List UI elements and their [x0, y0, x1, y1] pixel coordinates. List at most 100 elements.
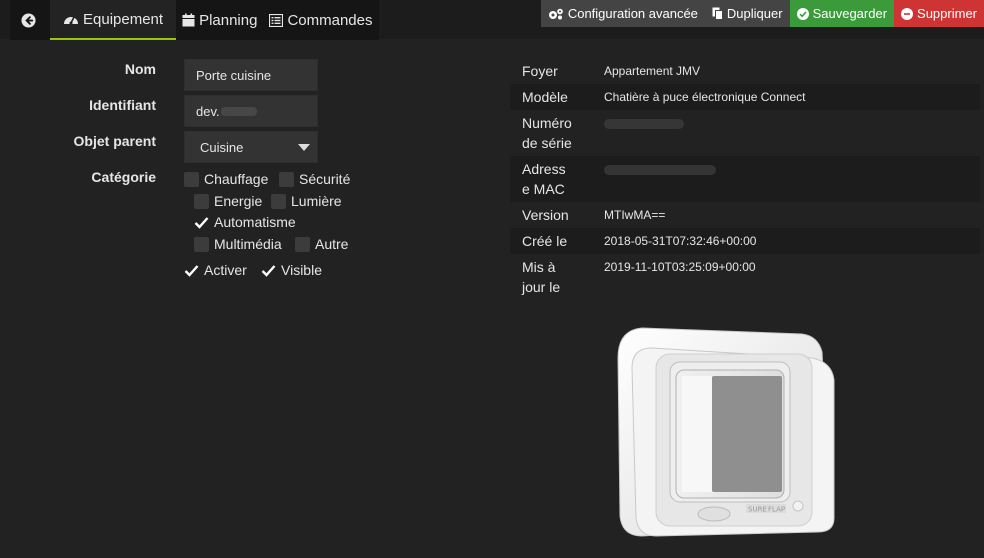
redacted-text: [220, 106, 257, 116]
category-securite[interactable]: Sécurité: [279, 171, 350, 187]
info-key: Numéro de série: [510, 113, 592, 153]
tab-planning[interactable]: Planning: [176, 0, 263, 40]
tab-commandes-label: Commandes: [287, 11, 373, 29]
identifiant-input[interactable]: dev.: [184, 95, 318, 127]
categorie-label: Catégorie: [91, 169, 156, 185]
info-key-line: Numéro: [522, 115, 572, 131]
checkbox-checked[interactable]: [184, 263, 199, 278]
info-value: MTIwMA==: [604, 208, 666, 222]
info-value: Chatière à puce électronique Connect: [604, 90, 806, 104]
category-label: Sécurité: [299, 171, 351, 187]
info-key: Version: [522, 207, 569, 223]
nom-input[interactable]: Porte cuisine: [184, 59, 318, 91]
info-key: Modèle: [522, 89, 568, 105]
visible-checkbox[interactable]: Visible: [261, 262, 322, 278]
info-row-cree: Créé le 2018-05-31T07:32:46+00:00: [510, 228, 980, 254]
info-row-foyer: Foyer Appartement JMV: [510, 58, 980, 84]
info-row-modele: Modèle Chatière à puce électronique Conn…: [510, 84, 980, 110]
duplicate-label: Dupliquer: [726, 6, 783, 21]
cogs-icon: [548, 8, 563, 19]
advanced-config-label: Configuration avancée: [567, 6, 698, 21]
info-key-line: Adress: [522, 161, 566, 177]
pet-door-image: SURE FLAP: [617, 327, 835, 537]
copy-icon: [712, 7, 723, 20]
checkbox[interactable]: [184, 171, 199, 187]
identifiant-value: dev.: [196, 103, 220, 119]
info-value: Appartement JMV: [604, 64, 701, 78]
category-label: Autre: [315, 236, 349, 252]
back-button[interactable]: [10, 0, 50, 40]
check-icon: [194, 216, 209, 229]
redacted-value: [604, 119, 684, 129]
checkbox-checked[interactable]: [194, 215, 209, 230]
activer-checkbox[interactable]: Activer: [184, 262, 247, 278]
info-row-version: Version MTIwMA==: [510, 202, 980, 228]
check-icon: [261, 264, 276, 277]
objet-parent-value: Cuisine: [200, 139, 244, 155]
category-multimedia[interactable]: Multimédia: [194, 236, 282, 252]
visible-label: Visible: [281, 262, 322, 278]
brand-logo-text: FLAP: [768, 506, 785, 514]
info-key-line: e MAC: [522, 181, 565, 197]
info-key: Créé le: [522, 233, 568, 249]
info-key-line: jour le: [522, 279, 561, 295]
category-automatisme[interactable]: Automatisme: [194, 214, 296, 230]
category-label: Automatisme: [214, 214, 296, 230]
objet-parent-label: Objet parent: [73, 133, 156, 149]
save-label: Sauvegarder: [812, 6, 888, 21]
category-label: Multimédia: [214, 236, 282, 252]
info-row-mac: Adress e MAC: [510, 156, 980, 202]
minus-circle-icon: [901, 7, 914, 20]
category-label: Chauffage: [204, 171, 269, 187]
checkbox[interactable]: [194, 236, 209, 252]
delete-button[interactable]: Supprimer: [894, 0, 984, 27]
checkbox-checked[interactable]: [261, 263, 276, 278]
objet-parent-select[interactable]: Cuisine: [184, 131, 318, 163]
info-key: Foyer: [522, 63, 558, 79]
device-info-table: Foyer Appartement JMV Modèle Chatière à …: [510, 58, 980, 300]
info-value: 2019-11-10T03:25:09+00:00: [604, 260, 756, 274]
info-key-line: de série: [522, 135, 572, 151]
delete-label: Supprimer: [917, 6, 977, 21]
checkbox[interactable]: [279, 171, 294, 187]
info-row-serie: Numéro de série: [510, 110, 980, 156]
tab-planning-label: Planning: [199, 11, 258, 29]
checkbox[interactable]: [194, 193, 209, 209]
nom-value: Porte cuisine: [196, 67, 272, 83]
caret-down-icon: [298, 144, 310, 151]
save-button[interactable]: Sauvegarder: [789, 0, 895, 27]
redacted-value: [604, 165, 716, 175]
tab-commandes[interactable]: Commandes: [263, 0, 378, 40]
brand-logo-text: SURE: [748, 506, 767, 514]
checkbox[interactable]: [271, 193, 286, 209]
info-key: Mis à jour le: [510, 257, 592, 297]
category-label: Energie: [214, 193, 263, 209]
category-energie[interactable]: Energie: [194, 193, 262, 209]
info-row-maj: Mis à jour le 2019-11-10T03:25:09+00:00: [510, 254, 980, 300]
category-chauffage[interactable]: Chauffage: [184, 171, 268, 187]
duplicate-button[interactable]: Dupliquer: [704, 0, 790, 27]
action-buttons: Configuration avancée Dupliquer Sauvegar…: [540, 0, 984, 27]
calendar-icon: [182, 13, 195, 27]
checkbox[interactable]: [295, 236, 310, 252]
dashboard-icon: [64, 16, 78, 25]
info-value: 2018-05-31T07:32:46+00:00: [604, 234, 757, 248]
activer-label: Activer: [204, 262, 247, 278]
nom-label: Nom: [124, 61, 156, 77]
advanced-config-button[interactable]: Configuration avancée: [540, 0, 705, 27]
info-value: [592, 159, 980, 199]
category-lumiere[interactable]: Lumière: [271, 193, 342, 209]
check-icon: [184, 264, 199, 277]
info-key: Adress e MAC: [510, 159, 592, 199]
identifiant-label: Identifiant: [89, 97, 156, 113]
tab-bar: Equipement Planning Commandes: [10, 0, 379, 40]
info-key-line: Mis à: [522, 259, 556, 275]
list-icon: [269, 13, 284, 27]
tab-equipement-label: Equipement: [83, 10, 164, 28]
info-value: [592, 113, 980, 153]
category-autre[interactable]: Autre: [295, 236, 348, 252]
category-label: Lumière: [291, 193, 342, 209]
tab-equipement[interactable]: Equipement: [50, 0, 177, 40]
check-circle-icon: [796, 7, 809, 20]
arrow-left-circle-icon: [20, 12, 36, 28]
